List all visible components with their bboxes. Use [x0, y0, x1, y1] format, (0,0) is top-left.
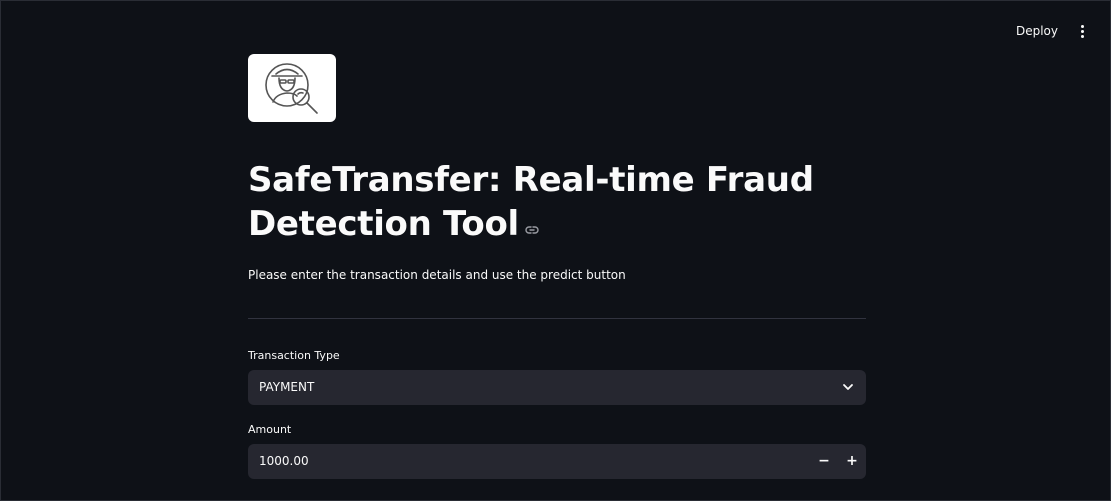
transaction-type-label: Transaction Type — [248, 348, 340, 362]
amount-stepper: − + — [810, 444, 866, 479]
app-window: Deploy SafeTransfer: Real-time Fraud Det… — [0, 0, 1111, 501]
page-title: SafeTransfer: Real-time Fraud Detection … — [248, 158, 866, 248]
instructions-text: Please enter the transaction details and… — [248, 267, 626, 282]
fraud-detective-magnifier-icon — [248, 54, 336, 122]
transaction-type-value: PAYMENT — [259, 380, 315, 394]
main-content: SafeTransfer: Real-time Fraud Detection … — [248, 54, 866, 479]
amount-input[interactable]: 1000.00 − + — [248, 443, 866, 479]
chevron-down-icon — [842, 380, 854, 394]
amount-decrement-button[interactable]: − — [810, 444, 838, 479]
amount-label: Amount — [248, 422, 292, 436]
top-toolbar: Deploy — [1006, 1, 1110, 61]
divider — [248, 317, 866, 319]
link-icon[interactable] — [525, 202, 539, 246]
amount-increment-button[interactable]: + — [838, 444, 866, 479]
amount-value[interactable]: 1000.00 — [259, 454, 810, 468]
deploy-button[interactable]: Deploy — [1006, 20, 1068, 42]
kebab-menu-icon[interactable] — [1072, 19, 1092, 43]
transaction-type-select[interactable]: PAYMENT — [248, 369, 866, 405]
